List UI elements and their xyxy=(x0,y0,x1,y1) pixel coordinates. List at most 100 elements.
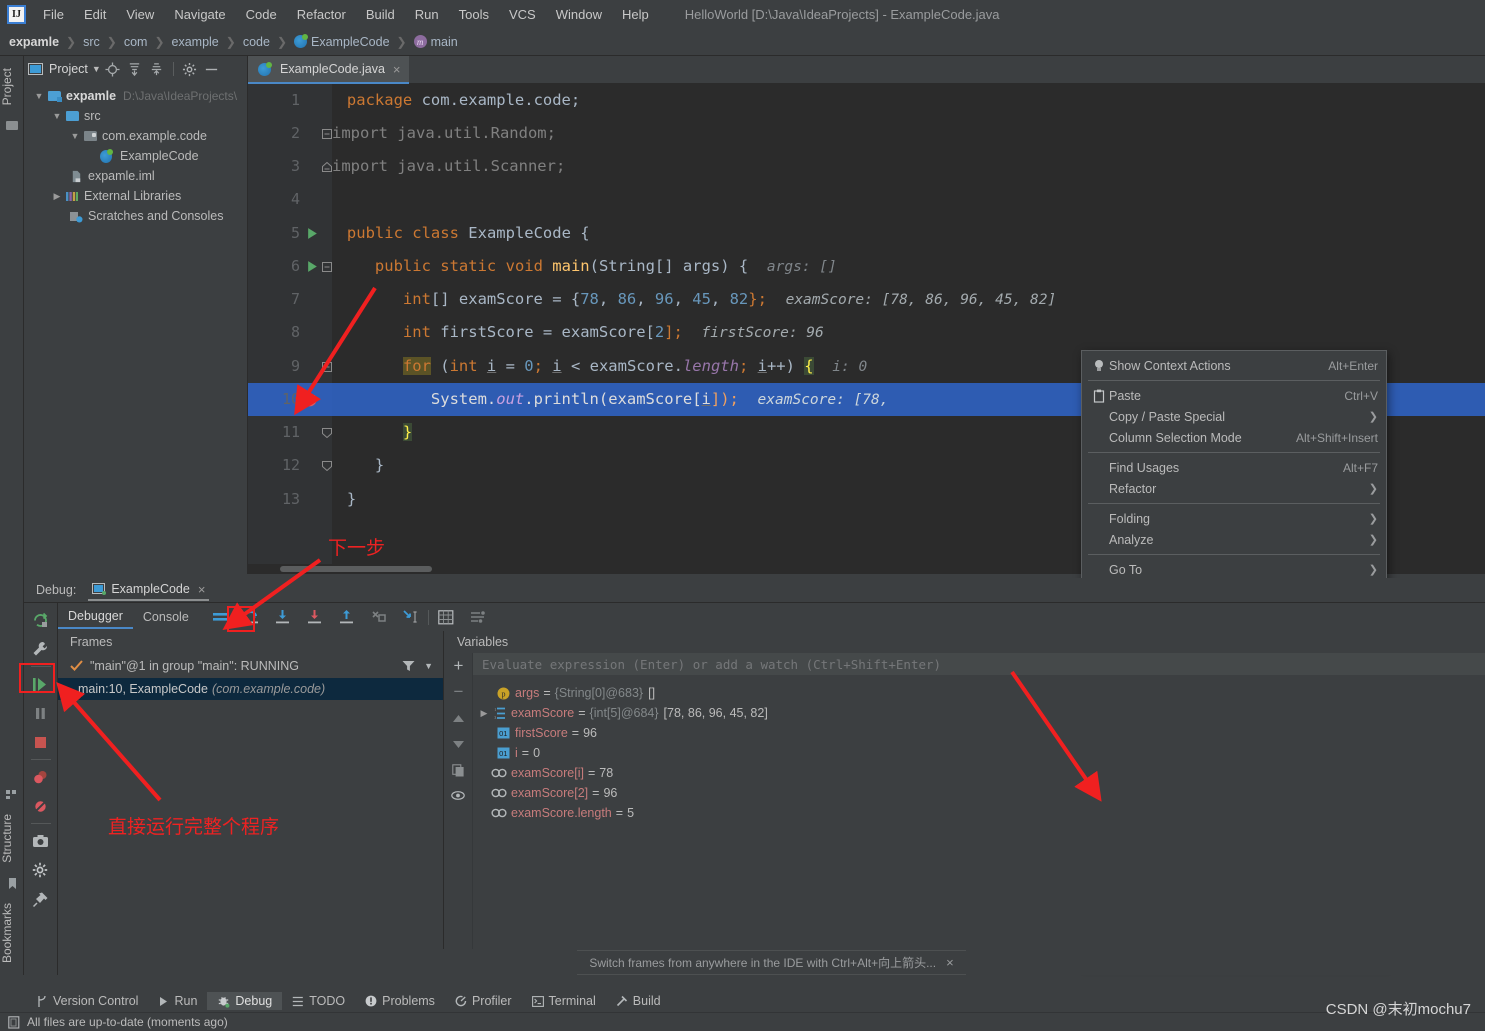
bottom-item-profiler[interactable]: Profiler xyxy=(445,992,522,1010)
menu-item-column-selection-mode[interactable]: Column Selection Mode Alt+Shift+Insert xyxy=(1082,427,1386,448)
menu-navigate[interactable]: Navigate xyxy=(164,4,235,25)
run-gutter-icon[interactable] xyxy=(304,217,320,250)
menu-item-refactor[interactable]: Refactor ❯ xyxy=(1082,478,1386,499)
menu-item-paste[interactable]: Paste Ctrl+V xyxy=(1082,385,1386,406)
camera-icon[interactable] xyxy=(29,829,53,853)
structure-icon[interactable] xyxy=(5,787,19,801)
fold-marker-icon[interactable] xyxy=(322,250,332,283)
bottom-item-terminal[interactable]: Terminal xyxy=(522,992,606,1010)
bottom-item-todo[interactable]: TODO xyxy=(282,992,355,1010)
expand-all-icon[interactable] xyxy=(125,59,145,79)
rail-item-bookmarks[interactable]: Bookmarks xyxy=(0,897,24,969)
chevron-right-icon[interactable]: ▶ xyxy=(477,708,491,719)
chevron-down-icon[interactable]: ▼ xyxy=(68,131,82,141)
debug-session-tab[interactable]: ExampleCode × xyxy=(88,580,210,601)
drop-frame-icon[interactable] xyxy=(367,606,391,628)
tree-node-iml[interactable]: expamle.iml xyxy=(24,166,247,186)
menu-view[interactable]: View xyxy=(116,4,164,25)
variable-row-args[interactable]: p args = {String[0]@683} [] xyxy=(495,683,655,703)
bottom-item-problems[interactable]: Problems xyxy=(355,992,445,1010)
frame-row[interactable]: main:10, ExampleCode (com.example.code) xyxy=(58,678,443,700)
breadcrumb-item-example[interactable]: example xyxy=(172,35,219,49)
menu-item-show-context-actions[interactable]: Show Context Actions Alt+Enter xyxy=(1082,355,1386,376)
thread-row[interactable]: "main"@1 in group "main": RUNNING ▼ xyxy=(58,653,443,678)
force-step-into-icon[interactable] xyxy=(303,606,327,628)
chevron-down-icon[interactable]: ▼ xyxy=(424,661,433,671)
breadcrumb-item-com[interactable]: com xyxy=(124,35,148,49)
stop-icon[interactable] xyxy=(29,730,53,754)
scrollbar-thumb[interactable] xyxy=(280,566,432,572)
step-out-icon[interactable] xyxy=(335,606,359,628)
variable-row-i[interactable]: 01 i = 0 xyxy=(495,743,540,763)
fold-marker-icon[interactable] xyxy=(322,449,332,482)
mute-breakpoints-icon[interactable] xyxy=(29,794,53,818)
bottom-item-run[interactable]: Run xyxy=(148,992,207,1010)
menu-vcs[interactable]: VCS xyxy=(499,4,546,25)
project-panel-title[interactable]: Project xyxy=(49,62,88,76)
remove-watch-icon[interactable]: − xyxy=(447,679,471,705)
bottom-item-build[interactable]: Build xyxy=(606,992,671,1010)
menu-tools[interactable]: Tools xyxy=(449,4,499,25)
layout-settings-icon[interactable] xyxy=(466,606,490,628)
variable-row-examscore-i[interactable]: examScore[i] = 78 xyxy=(491,763,613,783)
breadcrumb-item-code[interactable]: code xyxy=(243,35,270,49)
variable-row-examscore[interactable]: ▶ 13 examScore = {int[5]@684} [78, 86, 9… xyxy=(477,703,768,723)
variable-row-examscore-length[interactable]: examScore.length = 5 xyxy=(491,803,634,823)
bottom-item-version-control[interactable]: Version Control xyxy=(26,992,148,1010)
breadcrumb-item-src[interactable]: src xyxy=(83,35,100,49)
menu-file[interactable]: File xyxy=(33,4,74,25)
locate-file-icon[interactable] xyxy=(103,59,123,79)
move-down-icon[interactable] xyxy=(447,731,471,757)
chevron-down-icon[interactable]: ▼ xyxy=(92,64,101,74)
menu-help[interactable]: Help xyxy=(612,4,659,25)
tab-debugger[interactable]: Debugger xyxy=(58,605,133,629)
pause-program-icon[interactable] xyxy=(29,701,53,725)
gear-icon[interactable] xyxy=(180,59,200,79)
view-breakpoints-icon[interactable] xyxy=(29,765,53,789)
breadcrumb-item-method[interactable]: main xyxy=(413,35,458,49)
tree-node-external-libraries[interactable]: ▶ External Libraries xyxy=(24,186,247,206)
menu-code[interactable]: Code xyxy=(236,4,287,25)
gear-icon[interactable] xyxy=(29,858,53,882)
chevron-down-icon[interactable]: ▼ xyxy=(32,91,46,101)
chevron-down-icon[interactable]: ▼ xyxy=(50,111,64,121)
menu-refactor[interactable]: Refactor xyxy=(287,4,356,25)
hide-panel-icon[interactable] xyxy=(202,59,222,79)
show-execution-point-icon[interactable] xyxy=(209,606,233,628)
tree-node-package[interactable]: ▼ com.example.code xyxy=(24,126,247,146)
close-icon[interactable]: × xyxy=(198,582,206,597)
bookmark-icon[interactable] xyxy=(5,876,19,890)
evaluate-expression-icon[interactable] xyxy=(434,606,458,628)
menu-item-copy-paste-special[interactable]: Copy / Paste Special ❯ xyxy=(1082,406,1386,427)
menu-item-find-usages[interactable]: Find Usages Alt+F7 xyxy=(1082,457,1386,478)
menu-item-folding[interactable]: Folding ❯ xyxy=(1082,508,1386,529)
copy-icon[interactable] xyxy=(447,757,471,783)
breakpoint-verified-icon[interactable] xyxy=(302,383,318,416)
rerun-icon[interactable] xyxy=(29,608,53,632)
filter-icon[interactable] xyxy=(402,660,415,672)
step-over-icon[interactable] xyxy=(239,606,263,628)
close-icon[interactable]: × xyxy=(393,62,401,77)
tree-node-scratches[interactable]: Scratches and Consoles xyxy=(24,206,247,226)
resume-program-icon[interactable] xyxy=(29,672,53,696)
variable-row-examscore-2[interactable]: examScore[2] = 96 xyxy=(491,783,617,803)
rail-item-project[interactable]: Project xyxy=(0,62,24,111)
menu-run[interactable]: Run xyxy=(405,4,449,25)
tree-node-src[interactable]: ▼ src xyxy=(24,106,247,126)
pin-icon[interactable] xyxy=(29,887,53,911)
variable-row-firstscore[interactable]: 01 firstScore = 96 xyxy=(495,723,597,743)
fold-marker-icon[interactable] xyxy=(322,350,332,383)
close-icon[interactable]: × xyxy=(946,955,954,970)
fold-marker-icon[interactable] xyxy=(322,416,332,449)
move-up-icon[interactable] xyxy=(447,705,471,731)
menu-item-go-to[interactable]: Go To ❯ xyxy=(1082,559,1386,580)
menu-item-analyze[interactable]: Analyze ❯ xyxy=(1082,529,1386,550)
breadcrumb-item-project[interactable]: expamle xyxy=(9,35,59,49)
run-gutter-icon[interactable] xyxy=(304,250,320,283)
step-into-icon[interactable] xyxy=(271,606,295,628)
menu-edit[interactable]: Edit xyxy=(74,4,116,25)
bottom-item-debug[interactable]: Debug xyxy=(207,992,283,1010)
menu-build[interactable]: Build xyxy=(356,4,405,25)
chevron-right-icon[interactable]: ▶ xyxy=(50,191,64,202)
folder-icon[interactable] xyxy=(5,118,19,132)
